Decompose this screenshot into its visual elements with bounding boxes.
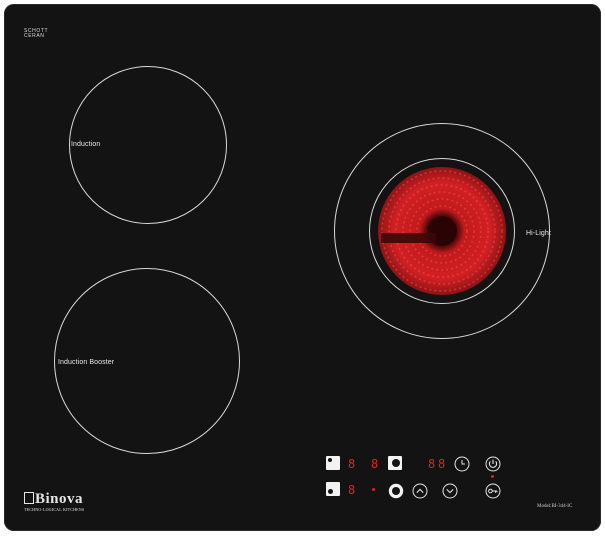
logo-wordmark: Binova	[35, 491, 84, 507]
zone-select-top-right-icon[interactable]	[388, 456, 402, 470]
power-icon[interactable]	[485, 456, 501, 472]
zone-select-bottom-right-icon[interactable]	[388, 483, 404, 499]
display-zone-bottom: 8	[348, 483, 356, 497]
logo-square	[24, 492, 34, 504]
zone-select-bottom-left-icon[interactable]	[326, 482, 340, 496]
lock-indicator-dot	[491, 475, 494, 478]
lock-key-icon[interactable]	[485, 483, 501, 499]
display-zone-top-b: 8	[371, 457, 379, 471]
heater-terminal	[381, 233, 436, 243]
display-zone-top-a: 8	[348, 457, 356, 471]
display-timer-b: 8	[438, 457, 446, 471]
minus-icon[interactable]	[442, 483, 458, 499]
cooktop-surface: SCHOTT CERAN Induction Induction Booster…	[4, 4, 601, 531]
zone-select-top-left-icon[interactable]	[326, 456, 340, 470]
timer-clock-icon[interactable]	[454, 456, 470, 472]
logo-tagline: TECHNO-LOGICAL KITCHENS	[24, 507, 85, 512]
display-timer-a: 8	[428, 457, 436, 471]
model-number: Model:BI-344-IC	[537, 504, 573, 509]
indicator-dot	[372, 488, 375, 491]
binova-logo: Binova TECHNO-LOGICAL KITCHENS	[24, 490, 84, 512]
radiant-heater	[378, 167, 506, 295]
plus-icon[interactable]	[412, 483, 428, 499]
